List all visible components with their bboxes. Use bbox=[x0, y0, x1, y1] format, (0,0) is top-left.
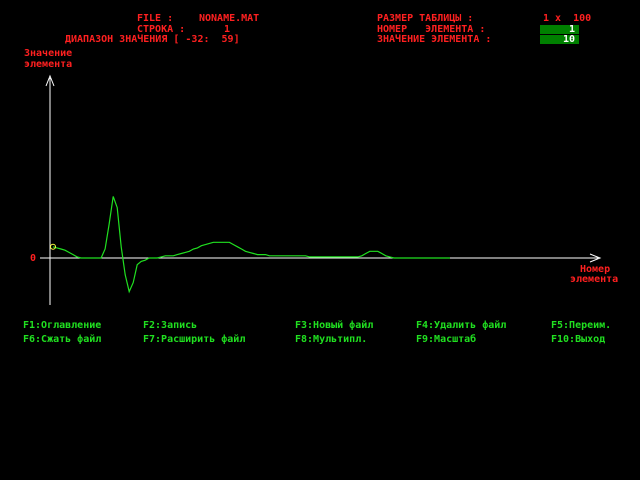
f3-new-file-button[interactable]: F3:Новый файл bbox=[295, 320, 373, 331]
f5-rename-button[interactable]: F5:Переим. bbox=[551, 320, 611, 331]
f7-expand-file-button[interactable]: F7:Расширить файл bbox=[143, 334, 245, 345]
data-series-line bbox=[52, 196, 450, 294]
f8-multiply-button[interactable]: F8:Мультипл. bbox=[295, 334, 367, 345]
f2-save-button[interactable]: F2:Запись bbox=[143, 320, 197, 331]
f1-contents-button[interactable]: F1:Оглавление bbox=[23, 320, 101, 331]
f6-compress-file-button[interactable]: F6:Сжать файл bbox=[23, 334, 101, 345]
f10-exit-button[interactable]: F10:Выход bbox=[551, 334, 605, 345]
f4-delete-file-button[interactable]: F4:Удалить файл bbox=[416, 320, 506, 331]
f9-scale-button[interactable]: F9:Масштаб bbox=[416, 334, 476, 345]
value-plot[interactable] bbox=[0, 0, 640, 480]
